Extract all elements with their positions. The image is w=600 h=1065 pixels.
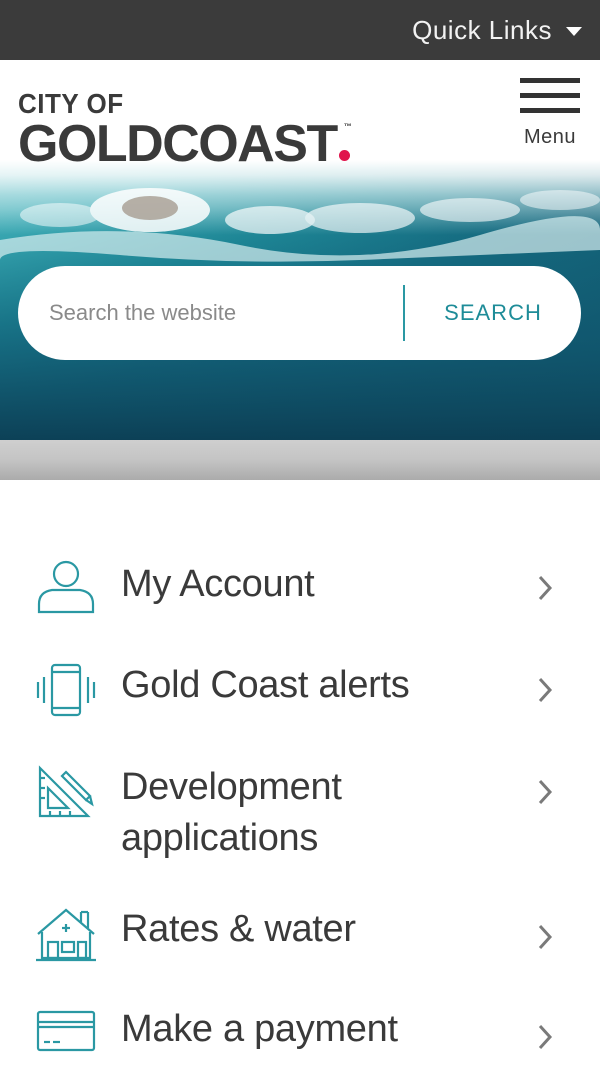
quick-links-bar: Quick Links	[0, 0, 600, 60]
credit-card-icon	[36, 1010, 96, 1052]
quick-links-toggle[interactable]: Quick Links	[412, 0, 582, 60]
section-divider-band	[0, 440, 600, 480]
quick-nav-list: My Account Gold Coast alerts Development…	[0, 536, 600, 1065]
logo-dot	[338, 150, 350, 161]
nav-item-label: Development	[121, 766, 342, 808]
nav-item-label: My Account	[121, 563, 315, 605]
nav-item-make-a-payment[interactable]: Make a payment	[0, 988, 600, 1065]
hamburger-icon	[520, 78, 580, 116]
nav-item-label: Gold Coast alerts	[121, 664, 410, 706]
menu-label: Menu	[523, 126, 577, 148]
nav-item-rates-water[interactable]: Rates & water	[0, 886, 600, 988]
nav-item-my-account[interactable]: My Account	[0, 536, 600, 638]
logo-goldcoast-text: GOLDCOAST	[18, 115, 338, 173]
nav-item-label: Make a payment	[121, 1008, 398, 1050]
mobile-alert-icon	[36, 663, 96, 717]
nav-item-development-applications[interactable]: Development applications	[0, 740, 600, 886]
house-icon	[36, 908, 96, 962]
chevron-right-icon	[538, 677, 553, 703]
logo-city-of: CITY OF	[18, 87, 124, 120]
nav-item-label-line2: applications	[121, 817, 319, 859]
chevron-right-icon	[538, 1024, 553, 1050]
hero-banner: CITY OF GOLDCOAST ™ Menu SEARCH	[0, 60, 600, 440]
chevron-right-icon	[538, 779, 553, 805]
logo-trademark: ™	[343, 122, 352, 131]
search-input[interactable]	[18, 283, 403, 343]
nav-item-gold-coast-alerts[interactable]: Gold Coast alerts	[0, 638, 600, 740]
menu-button[interactable]: Menu	[520, 78, 580, 149]
search-bar: SEARCH	[18, 266, 581, 360]
nav-item-label: Rates & water	[121, 908, 356, 950]
chevron-right-icon	[538, 924, 553, 950]
caret-down-icon	[566, 26, 582, 36]
logo-goldcoast: GOLDCOAST	[18, 118, 350, 170]
quick-links-label: Quick Links	[412, 14, 552, 45]
drafting-tools-icon	[38, 765, 94, 818]
chevron-right-icon	[538, 575, 553, 601]
city-of-gold-coast-logo[interactable]: CITY OF GOLDCOAST ™	[18, 87, 352, 170]
search-button[interactable]: SEARCH	[405, 266, 581, 360]
user-icon	[37, 560, 95, 614]
